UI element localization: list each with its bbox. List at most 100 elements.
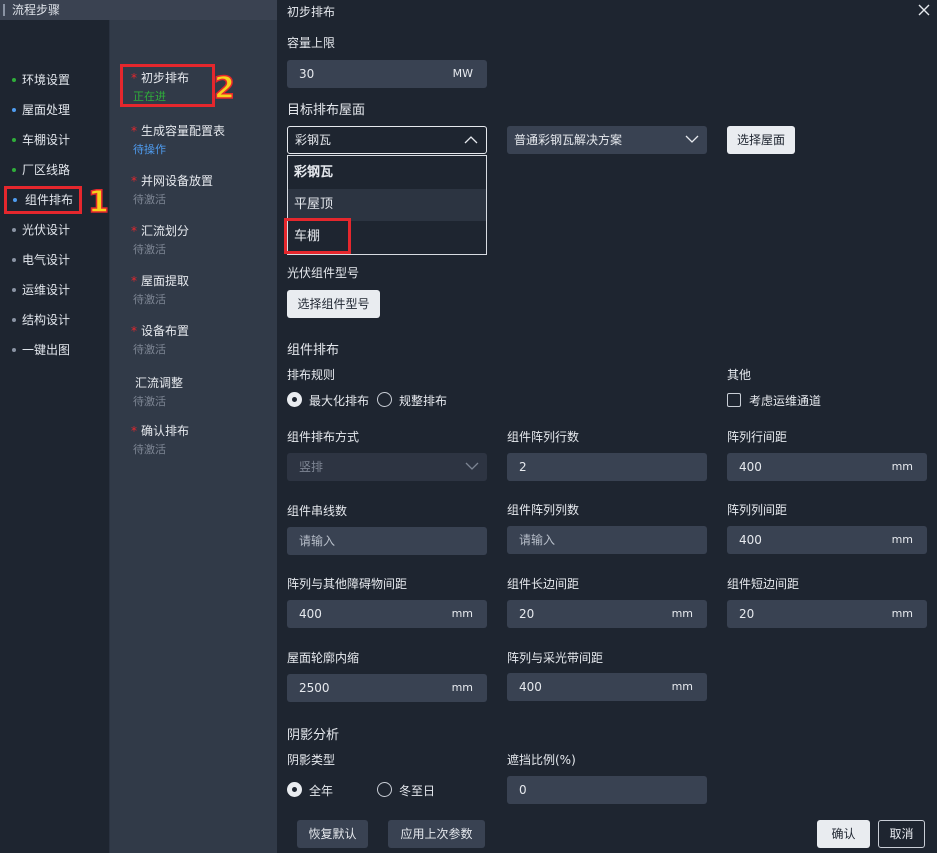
- step-combiner-division[interactable]: * 汇流划分 待激活: [131, 222, 189, 258]
- required-icon: *: [131, 71, 137, 85]
- chevron-down-icon: [685, 135, 699, 143]
- obstacle-spacing-label: 阵列与其他障碍物间距: [287, 577, 408, 591]
- sub-steps-column: * 初步排布 正在进 * 生成容量配置表 待操作 * 并网设备放置 待激活 * 汇流划分…: [110, 20, 277, 853]
- step-confirm-layout[interactable]: * 确认排布 待激活: [131, 422, 189, 458]
- step-combiner-adjust[interactable]: 汇流调整 待激活: [133, 374, 183, 410]
- roof-shrink-input[interactable]: 2500 mm: [287, 674, 487, 702]
- step-status: 待激活: [133, 243, 166, 256]
- roof-shrink-label: 屋面轮廓内缩: [287, 651, 360, 665]
- step-status: 待激活: [133, 343, 166, 356]
- col-spacing-label: 阵列列间距: [727, 503, 788, 517]
- step-grid-devices[interactable]: * 并网设备放置 待激活: [131, 172, 213, 208]
- module-model-label: 光伏组件型号: [287, 266, 360, 280]
- nav-item-env[interactable]: 环境设置: [10, 70, 70, 90]
- rule-radio-max[interactable]: [287, 392, 302, 407]
- rule-regular-label: 规整排布: [399, 394, 448, 408]
- shadow-year-label: 全年: [309, 784, 334, 798]
- rows-input[interactable]: 2: [507, 453, 707, 481]
- required-icon: *: [131, 174, 137, 188]
- layout-section-title: 组件排布: [287, 343, 340, 358]
- nav-item-om[interactable]: 运维设计: [10, 280, 70, 300]
- nav-item-roof[interactable]: 屋面处理: [10, 100, 70, 120]
- arrangement-label: 组件排布方式: [287, 430, 360, 444]
- rows-label: 组件阵列行数: [507, 430, 580, 444]
- shadow-type-label: 阴影类型: [287, 753, 336, 767]
- nav-item-module-layout[interactable]: 组件排布: [4, 186, 82, 214]
- reset-default-button[interactable]: 恢复默认: [297, 820, 368, 848]
- cancel-button[interactable]: 取消: [878, 820, 925, 848]
- nav-item-structure[interactable]: 结构设计: [10, 310, 70, 330]
- om-channel-checkbox[interactable]: [727, 393, 741, 407]
- cols-input[interactable]: 请输入: [507, 526, 707, 554]
- nav-title: 流程步骤: [0, 0, 277, 20]
- roof-solution-select[interactable]: 普通彩钢瓦解决方案: [507, 126, 707, 154]
- required-icon: *: [131, 124, 137, 138]
- chevron-up-icon: [464, 136, 478, 144]
- roof-label: 目标排布屋面: [287, 103, 366, 118]
- select-roof-button[interactable]: 选择屋面: [727, 126, 795, 154]
- step-status: 待激活: [133, 193, 166, 206]
- row-spacing-input[interactable]: 400 mm: [727, 453, 927, 481]
- short-spacing-input[interactable]: 20 mm: [727, 600, 927, 628]
- short-spacing-label: 组件短边间距: [727, 577, 800, 591]
- om-channel-label: 考虑运维通道: [749, 394, 822, 408]
- step-status: 待激活: [133, 443, 166, 456]
- shadow-radio-winter[interactable]: [377, 782, 392, 797]
- step-device-placement[interactable]: * 设备布置 待激活: [131, 322, 189, 358]
- step-status: 待激活: [133, 395, 166, 408]
- required-icon: *: [131, 224, 137, 238]
- occlusion-input[interactable]: 0: [507, 776, 707, 804]
- status-dot-icon: [12, 108, 16, 112]
- required-icon: *: [131, 274, 137, 288]
- required-icon: *: [131, 324, 137, 338]
- step-initial-layout[interactable]: * 初步排布 正在进: [120, 64, 215, 107]
- string-count-label: 组件串线数: [287, 504, 348, 518]
- required-icon: *: [131, 424, 137, 438]
- initial-layout-panel: 初步排布 容量上限 30 MW 目标排布屋面 彩钢瓦 普通彩钢瓦解决方案 选择屋面…: [277, 0, 937, 853]
- status-dot-icon: [12, 228, 16, 232]
- skylight-spacing-input[interactable]: 400 mm: [507, 673, 707, 701]
- shadow-radio-year[interactable]: [287, 782, 302, 797]
- roof-type-select[interactable]: 彩钢瓦: [287, 126, 487, 154]
- arrangement-select[interactable]: 竖排: [287, 453, 487, 481]
- step-roof-extract[interactable]: * 屋面提取 待激活: [131, 272, 189, 308]
- nav-title-text: 流程步骤: [12, 3, 61, 17]
- nav-item-carport[interactable]: 车棚设计: [10, 130, 70, 150]
- nav-item-electrical[interactable]: 电气设计: [10, 250, 70, 270]
- step-status: 待激活: [133, 293, 166, 306]
- roof-option-steel[interactable]: 彩钢瓦: [288, 157, 486, 189]
- occlusion-label: 遮挡比例(%): [507, 753, 576, 767]
- row-spacing-label: 阵列行间距: [727, 430, 788, 444]
- rule-max-label: 最大化排布: [309, 394, 370, 408]
- status-dot-icon: [13, 198, 17, 202]
- cols-label: 组件阵列列数: [507, 503, 580, 517]
- long-spacing-input[interactable]: 20 mm: [507, 600, 707, 628]
- capacity-input[interactable]: 30 MW: [287, 60, 487, 88]
- flow-steps-nav: 流程步骤 环境设置 屋面处理 车棚设计 厂区线路 组件排布 光伏设计 电气设计 …: [0, 0, 277, 853]
- annotation-1: 1: [87, 185, 109, 220]
- nav-item-export[interactable]: 一键出图: [10, 340, 70, 360]
- select-module-button[interactable]: 选择组件型号: [287, 290, 380, 318]
- rule-label: 排布规则: [287, 368, 336, 382]
- shadow-winter-label: 冬至日: [399, 784, 436, 798]
- apply-last-button[interactable]: 应用上次参数: [388, 820, 485, 848]
- string-count-input[interactable]: 请输入: [287, 527, 487, 555]
- status-dot-icon: [12, 348, 16, 352]
- roof-option-flat[interactable]: 平屋顶: [288, 189, 486, 221]
- nav-item-lines[interactable]: 厂区线路: [10, 160, 70, 180]
- status-dot-icon: [12, 258, 16, 262]
- highlight-box: [284, 218, 351, 254]
- rule-radio-regular[interactable]: [377, 392, 392, 407]
- step-status: 正在进: [133, 90, 166, 103]
- col-spacing-input[interactable]: 400 mm: [727, 526, 927, 554]
- drag-grip-icon[interactable]: [3, 4, 5, 16]
- step-capacity-table[interactable]: * 生成容量配置表 待操作: [131, 122, 225, 158]
- close-icon[interactable]: [917, 3, 931, 17]
- nav-item-pv[interactable]: 光伏设计: [10, 220, 70, 240]
- confirm-button[interactable]: 确认: [817, 820, 870, 848]
- obstacle-spacing-input[interactable]: 400 mm: [287, 600, 487, 628]
- panel-title: 初步排布: [287, 5, 336, 19]
- shadow-section-title: 阴影分析: [287, 728, 340, 743]
- status-dot-icon: [12, 78, 16, 82]
- long-spacing-label: 组件长边间距: [507, 577, 580, 591]
